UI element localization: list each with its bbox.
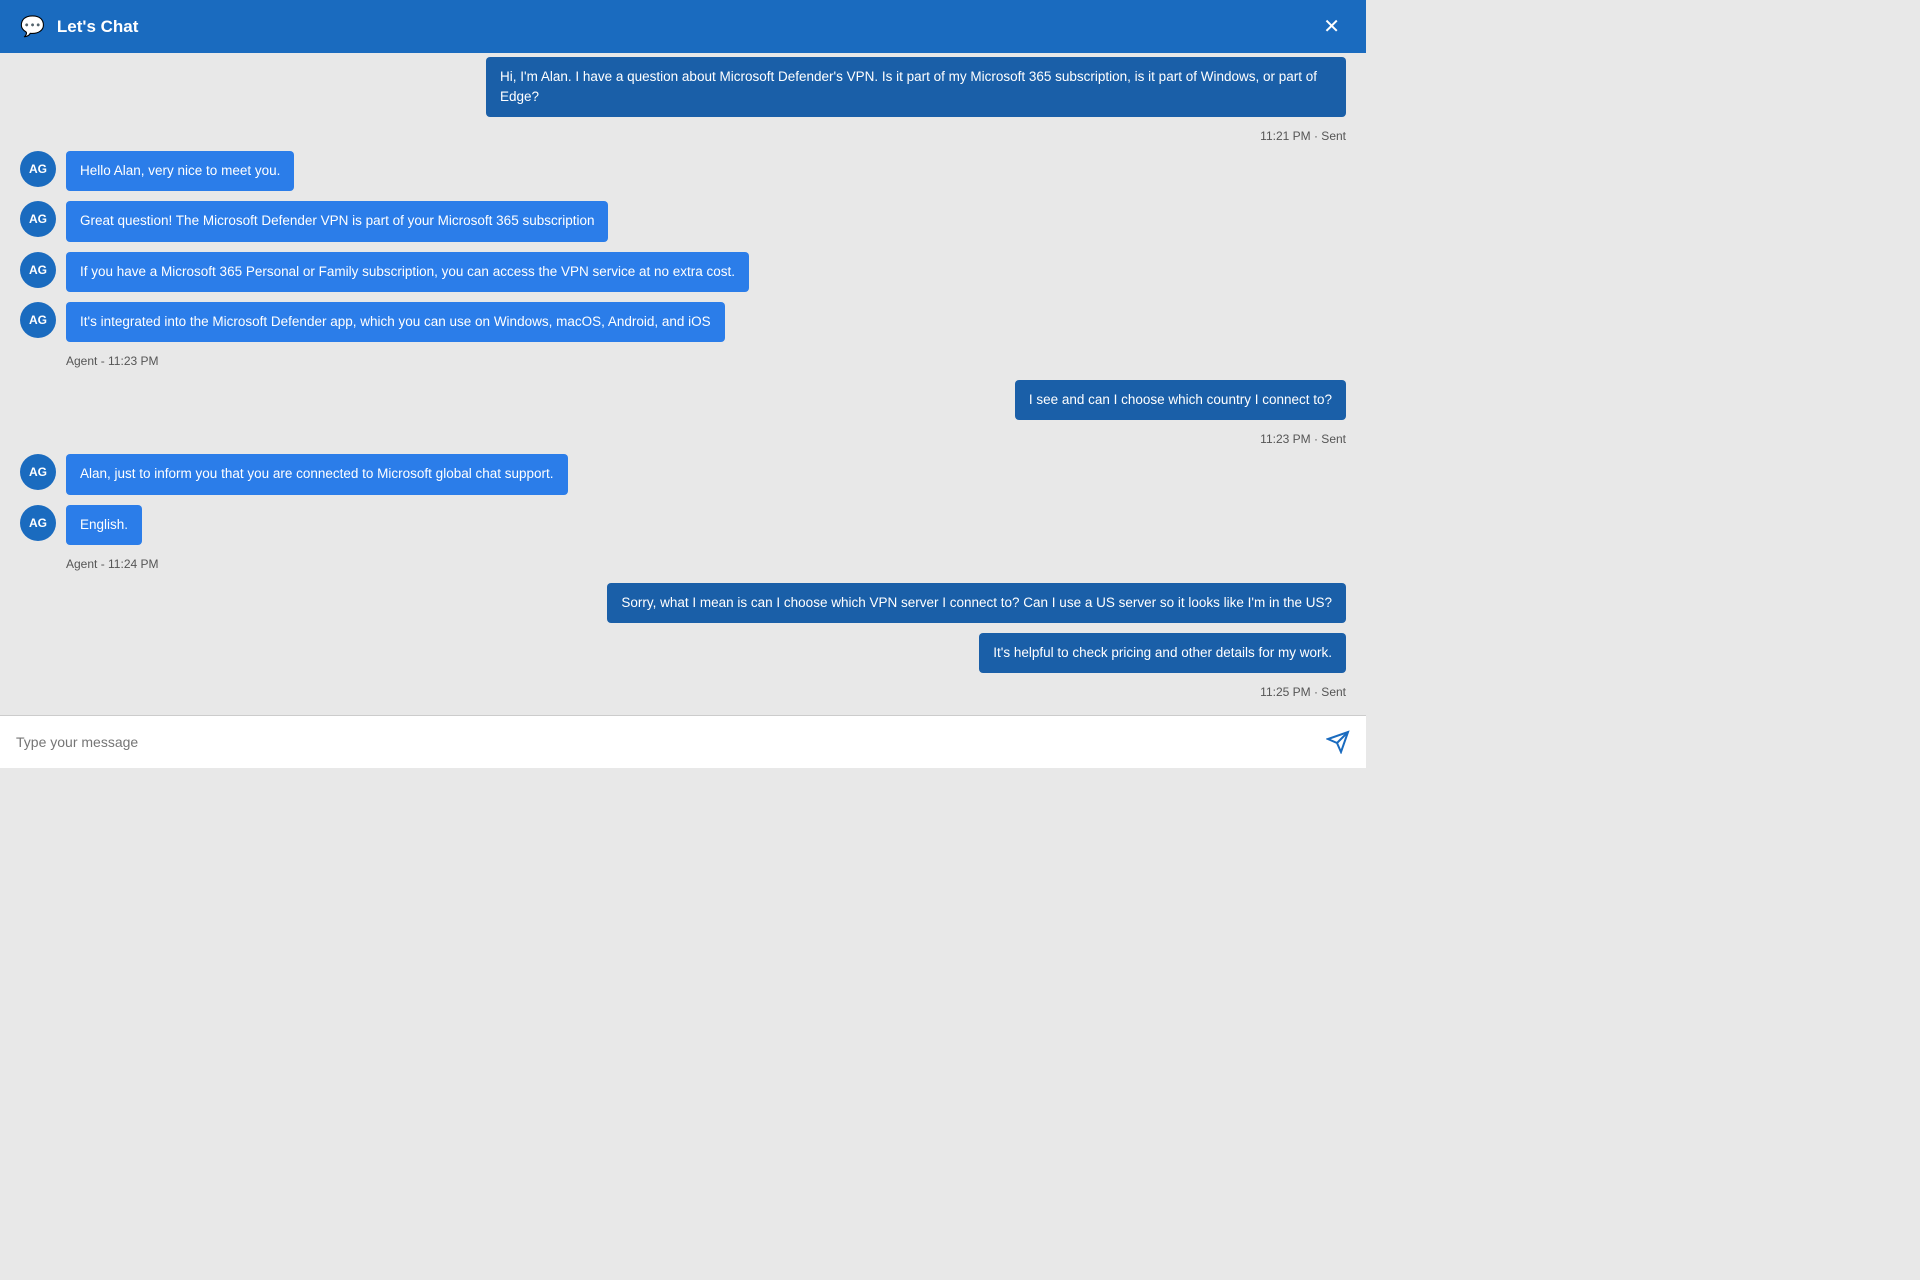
agent-avatar: AG xyxy=(20,505,56,541)
user-timestamp: 11:25 PM · Sent xyxy=(20,685,1346,699)
agent-message-row: AG Hello Alan, very nice to meet you. xyxy=(20,151,1346,191)
chat-body: An agent will be with you in a moment. K… xyxy=(0,53,1366,715)
user-bubble: Sorry, what I mean is can I choose which… xyxy=(607,583,1346,623)
message-input[interactable] xyxy=(16,734,1326,750)
chat-header: 💬 Let's Chat ✕ xyxy=(0,0,1366,53)
agent-avatar: AG xyxy=(20,454,56,490)
user-bubble: I see and can I choose which country I c… xyxy=(1015,380,1346,420)
agent-avatar: AG xyxy=(20,151,56,187)
user-message-row: I see and can I choose which country I c… xyxy=(20,380,1346,420)
agent-timestamp: Agent - 11:23 PM xyxy=(66,354,1346,368)
user-bubble: Hi, I'm Alan. I have a question about Mi… xyxy=(486,57,1346,118)
user-bubble: It's helpful to check pricing and other … xyxy=(979,633,1346,673)
agent-message-row: AG It's integrated into the Microsoft Def… xyxy=(20,302,1346,342)
user-timestamp: 11:23 PM · Sent xyxy=(20,432,1346,446)
agent-avatar: AG xyxy=(20,302,56,338)
agent-bubble: Great question! The Microsoft Defender V… xyxy=(66,201,608,241)
chat-title: Let's Chat xyxy=(57,17,139,37)
agent-bubble: Alan, just to inform you that you are co… xyxy=(66,454,568,494)
agent-bubble: If you have a Microsoft 365 Personal or … xyxy=(66,252,749,292)
agent-message-row: AG Great question! The Microsoft Defender… xyxy=(20,201,1346,241)
agent-message-row: AG English. xyxy=(20,505,1346,545)
user-timestamp: 11:21 PM · Sent xyxy=(20,129,1346,143)
close-button[interactable]: ✕ xyxy=(1317,15,1346,39)
agent-avatar: AG xyxy=(20,201,56,237)
user-message-row: Hi, I'm Alan. I have a question about Mi… xyxy=(20,57,1346,118)
agent-timestamp: Agent - 11:24 PM xyxy=(66,557,1346,571)
user-message-row: Sorry, what I mean is can I choose which… xyxy=(20,583,1346,623)
header-left: 💬 Let's Chat xyxy=(20,14,138,39)
user-message-row: It's helpful to check pricing and other … xyxy=(20,633,1346,673)
chat-footer xyxy=(0,715,1366,768)
agent-bubble: Hello Alan, very nice to meet you. xyxy=(66,151,294,191)
send-button[interactable] xyxy=(1326,730,1350,754)
agent-message-row: AG Alan, just to inform you that you are … xyxy=(20,454,1346,494)
agent-avatar: AG xyxy=(20,252,56,288)
agent-message-row: AG If you have a Microsoft 365 Personal o… xyxy=(20,252,1346,292)
chat-icon: 💬 xyxy=(20,14,45,39)
agent-bubble: It's integrated into the Microsoft Defen… xyxy=(66,302,725,342)
agent-bubble: English. xyxy=(66,505,142,545)
